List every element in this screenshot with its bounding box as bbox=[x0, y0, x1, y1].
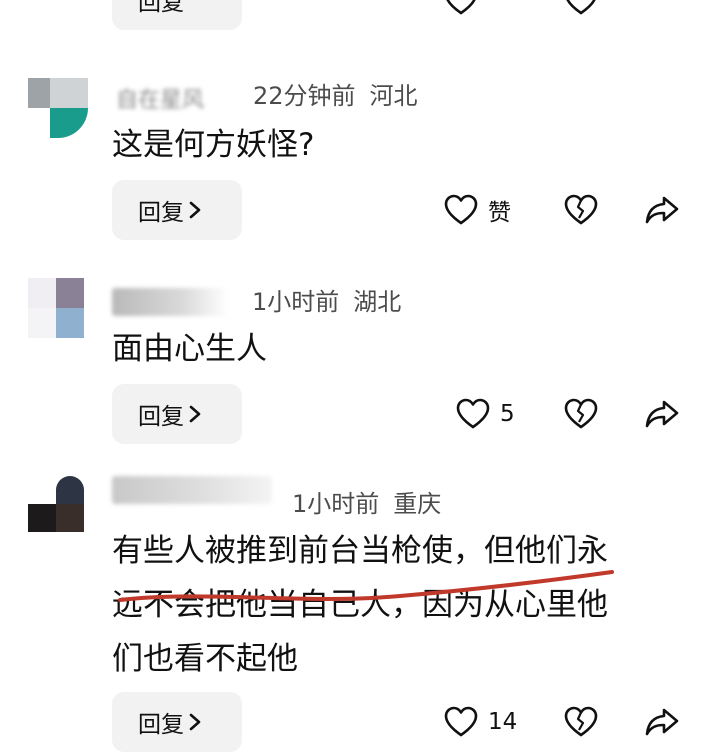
share-arrow-icon bbox=[645, 400, 679, 428]
comment-text: 面由心生人 bbox=[112, 322, 267, 376]
reply-label: 回复 bbox=[138, 200, 184, 226]
chevron-right-icon bbox=[188, 712, 202, 732]
reply-label: 回复 bbox=[138, 404, 184, 430]
comment-time: 1小时前 bbox=[252, 288, 340, 316]
comment-line: 面由心生人 bbox=[112, 331, 267, 367]
like-label: 赞 bbox=[488, 200, 511, 226]
share-arrow-icon bbox=[645, 196, 679, 224]
share-button[interactable] bbox=[644, 394, 680, 434]
broken-heart-icon bbox=[566, 0, 596, 15]
chevron-right-icon bbox=[188, 404, 202, 424]
broken-heart-icon bbox=[564, 706, 598, 737]
comment-line: 们也看不起他 bbox=[112, 641, 298, 677]
reply-button[interactable]: 回复 bbox=[112, 384, 242, 444]
comment-location: 湖北 bbox=[353, 288, 402, 316]
heart-icon bbox=[444, 706, 478, 737]
share-arrow-icon bbox=[645, 708, 679, 736]
reply-button[interactable]: 回复 bbox=[112, 692, 242, 752]
comment-meta: 22分钟前 河北 bbox=[253, 82, 418, 110]
comment-text: 这是何方妖怪? bbox=[112, 118, 314, 172]
dislike-button[interactable] bbox=[564, 702, 598, 742]
like-count: 5 bbox=[500, 401, 515, 427]
like-button[interactable]: 14 bbox=[444, 702, 517, 742]
comment-location: 重庆 bbox=[393, 490, 442, 518]
comment-text: 有些人被推到前台当枪使，但他们永 远不会把他当自己人，因为从心里他 们也看不起他 bbox=[112, 524, 608, 686]
reply-label: 回复 bbox=[138, 0, 184, 16]
comment-list: 回复 自在星风 22分钟前 河北 这是何方妖怪? 回复 赞 1小时前 湖北 面由… bbox=[0, 0, 712, 756]
dislike-button[interactable] bbox=[564, 190, 598, 230]
like-button[interactable]: 赞 bbox=[444, 190, 511, 230]
avatar[interactable] bbox=[28, 78, 88, 138]
comment-line: 这是何方妖怪? bbox=[112, 127, 315, 163]
like-button[interactable]: 5 bbox=[456, 394, 515, 434]
dislike-button[interactable] bbox=[564, 394, 598, 434]
comment-time: 1小时前 bbox=[292, 490, 380, 518]
comment-meta: 1小时前 重庆 bbox=[292, 490, 441, 518]
share-button[interactable] bbox=[644, 190, 680, 230]
avatar[interactable] bbox=[28, 476, 88, 536]
comment-meta: 1小时前 湖北 bbox=[252, 288, 401, 316]
username[interactable]: 自在星风 bbox=[116, 82, 240, 113]
heart-icon bbox=[456, 398, 490, 429]
chevron-right-icon bbox=[188, 200, 202, 220]
avatar[interactable] bbox=[28, 278, 88, 338]
comment-time: 22分钟前 bbox=[253, 82, 356, 110]
username[interactable] bbox=[112, 288, 228, 316]
heart-icon bbox=[444, 194, 478, 225]
like-count: 14 bbox=[488, 709, 518, 735]
comment-line: 远不会把他当自己人，因为从心里他 bbox=[112, 587, 608, 623]
reply-button[interactable]: 回复 bbox=[112, 180, 242, 240]
like-button[interactable] bbox=[444, 0, 478, 20]
reply-button[interactable]: 回复 bbox=[112, 0, 242, 30]
comment-location: 河北 bbox=[369, 82, 418, 110]
dislike-button[interactable] bbox=[564, 0, 598, 20]
share-button[interactable] bbox=[644, 702, 680, 742]
broken-heart-icon bbox=[564, 194, 598, 225]
reply-label: 回复 bbox=[138, 712, 184, 738]
comment-line: 有些人被推到前台当枪使，但他们永 bbox=[112, 533, 608, 569]
heart-icon bbox=[446, 0, 476, 15]
username[interactable] bbox=[112, 476, 272, 504]
broken-heart-icon bbox=[564, 398, 598, 429]
